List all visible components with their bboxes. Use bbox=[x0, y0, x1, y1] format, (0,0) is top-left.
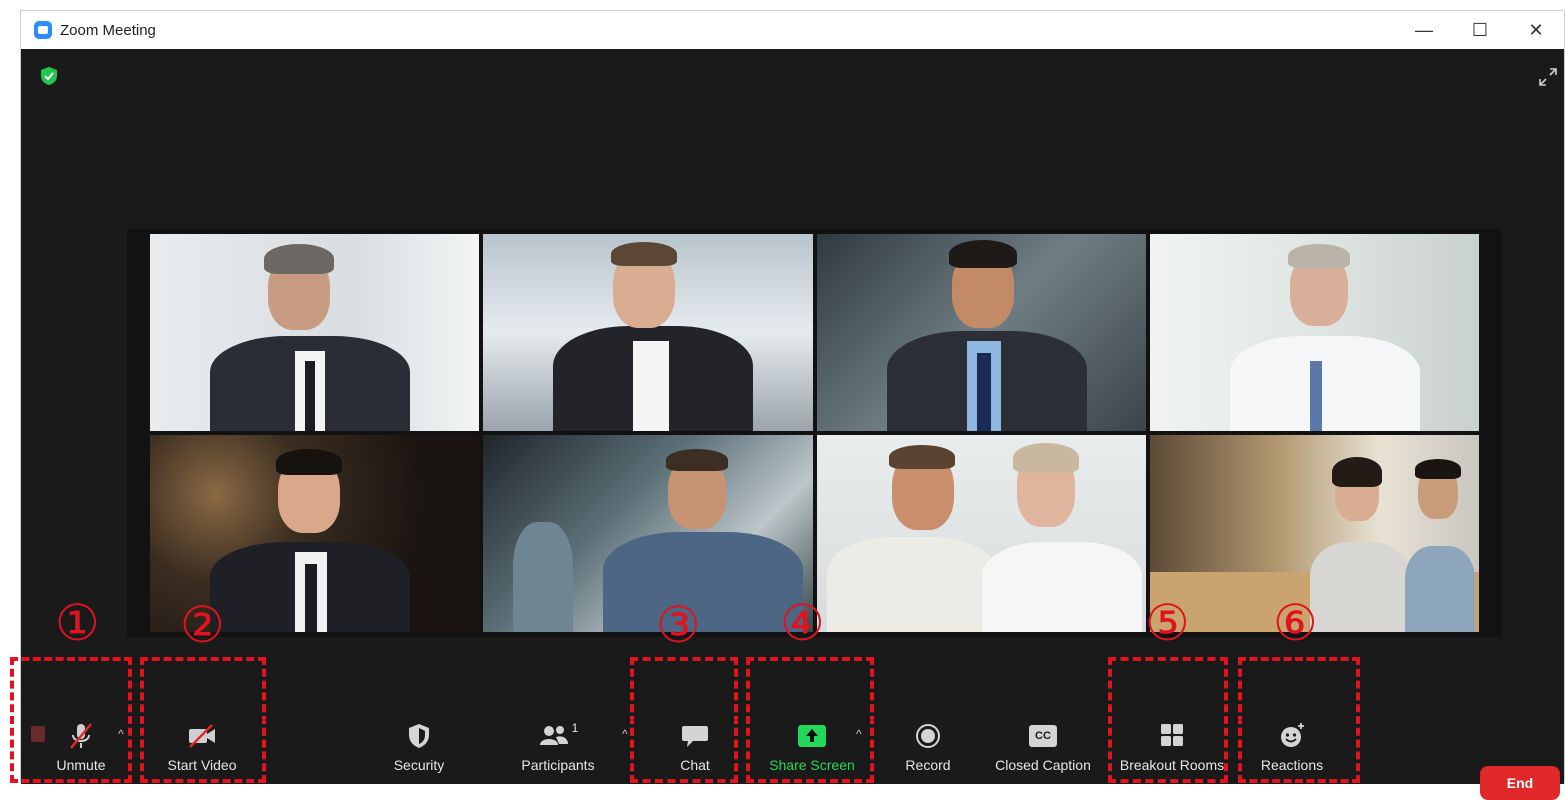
annotation-number-4: ④ bbox=[780, 594, 825, 652]
video-tile[interactable] bbox=[150, 234, 480, 431]
video-tile[interactable] bbox=[816, 234, 1146, 431]
participants-count: 1 bbox=[571, 721, 579, 735]
annotation-box-breakout-rooms bbox=[1108, 657, 1228, 783]
record-label: Record bbox=[905, 757, 951, 773]
video-tile[interactable] bbox=[1149, 234, 1479, 431]
shield-check-icon[interactable] bbox=[41, 67, 57, 85]
annotation-box-start-video bbox=[140, 657, 266, 783]
annotation-number-6: ⑥ bbox=[1273, 594, 1318, 652]
title-bar: Zoom Meeting — ☐ ✕ bbox=[21, 11, 1564, 49]
record-button[interactable]: Record bbox=[868, 721, 988, 773]
participants-icon-group: 1 bbox=[538, 721, 579, 751]
participants-button[interactable]: 1 Participants bbox=[498, 721, 618, 773]
closed-caption-label: Closed Caption bbox=[995, 757, 1091, 773]
annotation-box-share-screen bbox=[746, 657, 874, 783]
closed-caption-icon: CC bbox=[1027, 721, 1059, 751]
zoom-logo-icon bbox=[34, 21, 52, 39]
record-icon bbox=[916, 724, 940, 748]
annotation-box-reactions bbox=[1238, 657, 1360, 783]
maximize-button[interactable]: ☐ bbox=[1452, 11, 1508, 49]
cc-glyph: CC bbox=[1029, 725, 1057, 747]
video-tile[interactable] bbox=[816, 435, 1146, 632]
window-title: Zoom Meeting bbox=[60, 21, 156, 39]
gallery-view bbox=[150, 234, 1479, 632]
participants-icon bbox=[539, 726, 568, 745]
closed-caption-button[interactable]: CC Closed Caption bbox=[983, 721, 1103, 773]
security-button[interactable]: Security bbox=[359, 721, 479, 773]
annotation-number-3: ③ bbox=[656, 596, 701, 654]
participants-label: Participants bbox=[521, 757, 595, 773]
close-button[interactable]: ✕ bbox=[1508, 11, 1564, 49]
minimize-button[interactable]: — bbox=[1396, 11, 1452, 49]
annotation-box-chat bbox=[630, 657, 738, 783]
annotation-number-5: ⑤ bbox=[1145, 594, 1190, 652]
video-tile[interactable] bbox=[483, 435, 813, 632]
fullscreen-icon[interactable] bbox=[1538, 67, 1558, 87]
annotation-number-2: ② bbox=[180, 596, 225, 654]
participants-options-caret-icon[interactable]: ^ bbox=[622, 727, 628, 741]
security-label: Security bbox=[393, 757, 445, 773]
annotation-box-unmute bbox=[10, 657, 132, 783]
video-tile[interactable] bbox=[483, 234, 813, 431]
end-meeting-button[interactable]: End bbox=[1480, 766, 1560, 800]
annotation-number-1: ① bbox=[55, 594, 100, 652]
security-shield-icon bbox=[409, 724, 429, 748]
